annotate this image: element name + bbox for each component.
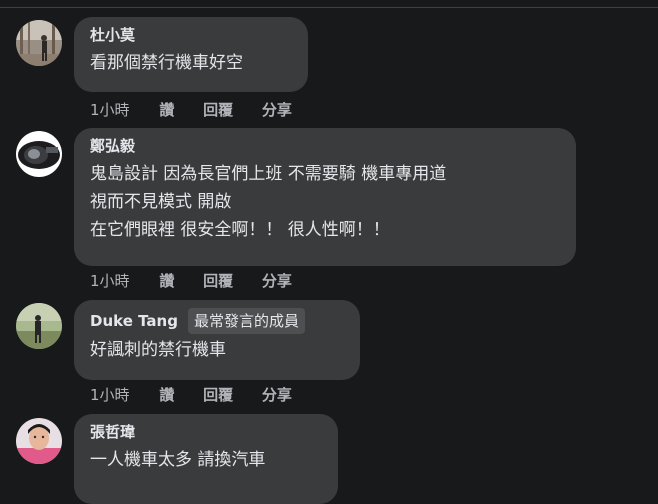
avatar[interactable] <box>16 131 62 177</box>
comment-time[interactable]: 1小時 <box>90 385 130 405</box>
comment-author[interactable]: 鄭弘毅 <box>90 136 562 156</box>
avatar[interactable] <box>16 303 62 349</box>
comment-author[interactable]: 張哲瑋 <box>90 422 324 442</box>
comment-actions: 1小時 讚 回覆 分享 <box>90 100 292 120</box>
comment-author[interactable]: Duke Tang <box>90 311 178 331</box>
reply-button[interactable]: 回覆 <box>203 100 233 120</box>
member-badge[interactable]: 最常發言的成員 <box>187 308 305 334</box>
reply-button[interactable]: 回覆 <box>203 271 233 291</box>
share-button[interactable]: 分享 <box>262 271 292 291</box>
share-button[interactable]: 分享 <box>262 100 292 120</box>
comment-text: 看那個禁行機車好空 <box>90 53 243 73</box>
comment-bubble: Duke Tang 最常發言的成員 好諷刺的禁行機車 <box>74 300 360 380</box>
avatar[interactable] <box>16 418 62 464</box>
comment-actions: 1小時 讚 回覆 分享 <box>90 271 292 291</box>
like-button[interactable]: 讚 <box>159 100 174 120</box>
like-button[interactable]: 讚 <box>159 385 174 405</box>
comment-time[interactable]: 1小時 <box>90 271 130 291</box>
comment-text: 好諷刺的禁行機車 <box>90 340 226 360</box>
like-button[interactable]: 讚 <box>159 271 174 291</box>
comment-time[interactable]: 1小時 <box>90 100 130 120</box>
share-button[interactable]: 分享 <box>262 385 292 405</box>
comment-text-line: 在它們眼裡 很安全啊！！ 很人性啊！！ <box>90 220 390 240</box>
comment-bubble: 杜小莫 看那個禁行機車好空 <box>74 17 308 92</box>
reply-button[interactable]: 回覆 <box>203 385 233 405</box>
comment-bubble: 張哲瑋 一人機車太多 請換汽車 <box>74 414 338 504</box>
top-divider <box>0 7 658 8</box>
comment-author[interactable]: 杜小莫 <box>90 25 294 45</box>
avatar[interactable] <box>16 20 62 66</box>
comment-text-line: 鬼島設計 因為長官們上班 不需要騎 機車專用道 <box>90 164 447 184</box>
comment-actions: 1小時 讚 回覆 分享 <box>90 385 292 405</box>
comment-author-row: Duke Tang 最常發言的成員 <box>90 308 346 334</box>
comment-text: 一人機車太多 請換汽車 <box>90 450 266 470</box>
comment-bubble: 鄭弘毅 鬼島設計 因為長官們上班 不需要騎 機車專用道 視而不見模式 開啟 在它… <box>74 128 576 266</box>
comment-text-line: 視而不見模式 開啟 <box>90 192 232 212</box>
